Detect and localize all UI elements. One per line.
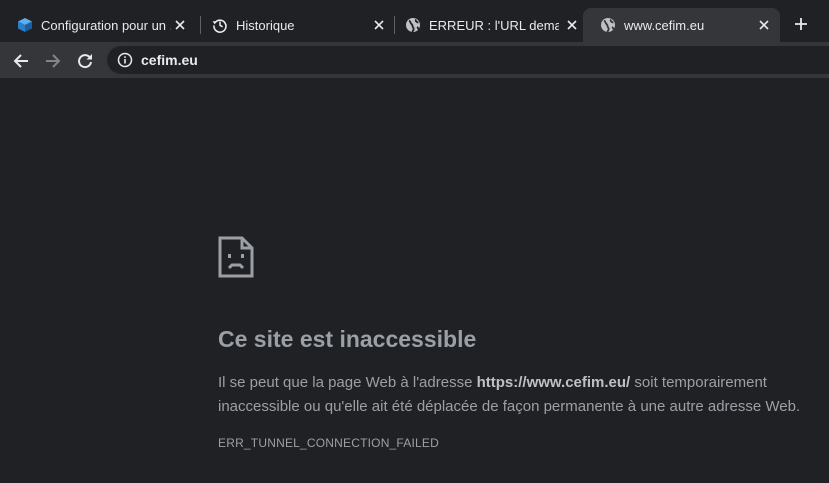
- reload-button[interactable]: [74, 50, 96, 72]
- forward-button[interactable]: [42, 50, 64, 72]
- history-icon: [212, 17, 228, 33]
- tab-label: ERREUR : l'URL demandée: [429, 17, 559, 33]
- toolbar: cefim.eu: [0, 42, 829, 78]
- tab-erreur[interactable]: ERREUR : l'URL demandée: [388, 8, 588, 42]
- error-description: Il se peut que la page Web à l'adresse h…: [218, 371, 808, 419]
- back-button[interactable]: [10, 50, 32, 72]
- reload-icon: [78, 54, 92, 69]
- close-icon[interactable]: [172, 17, 188, 33]
- layers-icon: [17, 17, 33, 33]
- globe-icon: [405, 17, 421, 33]
- arrow-right-icon: [46, 54, 61, 68]
- tab-label: Historique: [236, 17, 295, 33]
- tab-cefim[interactable]: www.cefim.eu: [583, 8, 780, 42]
- new-tab-button[interactable]: [790, 13, 812, 35]
- address-bar[interactable]: cefim.eu: [107, 46, 829, 74]
- plus-icon: [795, 18, 807, 30]
- close-icon[interactable]: [371, 17, 387, 33]
- tab-label: www.cefim.eu: [624, 17, 705, 33]
- info-icon[interactable]: [117, 52, 133, 68]
- globe-icon: [600, 17, 616, 33]
- tab-historique[interactable]: Historique: [195, 8, 395, 42]
- tab-configuration[interactable]: Configuration pour un ...: [0, 8, 196, 42]
- error-page: Ce site est inaccessible Il se peut que …: [0, 78, 829, 483]
- url-text: cefim.eu: [141, 52, 198, 68]
- close-icon[interactable]: [756, 17, 772, 33]
- arrow-left-icon: [13, 54, 28, 68]
- error-description-text: Il se peut que la page Web à l'adresse: [218, 374, 477, 391]
- close-icon[interactable]: [564, 17, 580, 33]
- tab-label: Configuration pour un ...: [41, 17, 171, 33]
- sad-file-icon: [218, 236, 254, 278]
- error-code: ERR_TUNNEL_CONNECTION_FAILED: [218, 436, 439, 450]
- tab-strip: Configuration pour un ... Historique ERR…: [0, 0, 829, 46]
- error-heading: Ce site est inaccessible: [218, 326, 477, 352]
- error-host: https://www.cefim.eu/: [476, 374, 631, 391]
